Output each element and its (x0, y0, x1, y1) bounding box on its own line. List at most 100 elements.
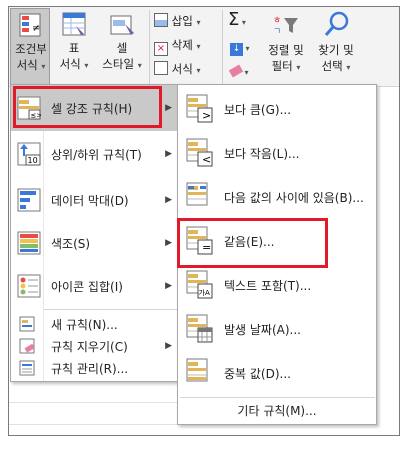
clear-rules-icon (19, 338, 35, 354)
duplicate-values-icon (186, 358, 208, 382)
text-contains-icon: 가A (186, 270, 213, 299)
less-than-icon: < (186, 138, 213, 167)
menu-label: 같음(E)... (224, 234, 275, 249)
menu-item-data-bars[interactable]: 데이터 막대(D) ▶ (11, 177, 180, 223)
table-label-1: 표 (68, 41, 80, 55)
clear-button[interactable]: ▾ (228, 64, 260, 80)
sort-filter-icon: ㅎ ㄱ (273, 16, 298, 37)
menu-label: 상위/하위 규칙(T) (51, 147, 142, 162)
icon-sets-icon (17, 274, 41, 298)
fill-button[interactable]: ↓ ▾ (230, 40, 260, 56)
format-icon (154, 61, 168, 75)
submenu-item-equal-to[interactable]: = 같음(E)... (178, 219, 376, 263)
find-select-label-1: 찾기 및 (318, 43, 354, 57)
data-bars-icon (17, 188, 41, 212)
top-bottom-rules-icon: 10 (17, 142, 41, 166)
submenu-item-greater-than[interactable]: > 보다 큼(G)... (178, 87, 376, 131)
conditional-formatting-button[interactable]: ≠ 조건부 서식 ▾ (10, 8, 50, 87)
submenu-item-date-occurring[interactable]: 발생 날짜(A)... (178, 307, 376, 351)
menu-label: 규칙 지우기(C) (51, 339, 128, 354)
submenu-item-duplicate-values[interactable]: 중복 값(D)... (178, 351, 376, 395)
delete-icon: × (154, 42, 168, 56)
submenu-arrow-icon: ▶ (165, 341, 172, 351)
svg-text:>: > (202, 109, 211, 122)
magnifier-icon (324, 11, 349, 36)
cell-styles-label-2: 스타일 ▾ (102, 57, 142, 71)
cell-styles-label-1: 셀 (116, 41, 128, 55)
svg-text:≠: ≠ (32, 23, 40, 34)
svg-text:≤>: ≤> (31, 112, 42, 120)
menu-item-highlight-rules[interactable]: ≤> 셀 강조 규칙(H) ▶ (11, 85, 180, 131)
menu-separator (180, 397, 375, 398)
sort-filter-button[interactable]: ㅎ ㄱ 정렬 및 필터 ▾ (262, 8, 310, 84)
find-select-button[interactable]: 찾기 및 선택 ▾ (310, 8, 362, 84)
submenu-arrow-icon: ▶ (165, 149, 172, 159)
delete-button[interactable]: × 삭제 ▾ (154, 36, 201, 56)
find-select-label-2: 선택 ▾ (321, 59, 351, 73)
ribbon-separator (149, 10, 150, 84)
between-icon (186, 182, 208, 206)
svg-text:=: = (202, 241, 211, 254)
menu-label: 텍스트 포함(T)... (224, 278, 312, 293)
svg-text:ㄱ: ㄱ (273, 27, 281, 37)
insert-label: 삽입 (171, 14, 193, 28)
svg-text:<: < (202, 153, 211, 166)
menu-item-clear-rules[interactable]: 규칙 지우기(C) ▶ (11, 335, 180, 357)
highlight-rules-icon: ≤> (17, 96, 41, 120)
cell-styles-button[interactable]: 셀 스타일 ▾ (98, 8, 146, 87)
format-label: 서식 (171, 62, 193, 76)
menu-item-new-rule[interactable]: 새 규칙(N)... (11, 313, 180, 335)
cond-format-label-2: 서식 ▾ (16, 58, 46, 72)
color-scales-icon (17, 231, 41, 255)
menu-label: 보다 작음(L)... (224, 146, 300, 161)
ribbon-separator (222, 10, 223, 84)
menu-item-manage-rules[interactable]: 규칙 관리(R)... (11, 357, 180, 379)
submenu-item-text-contains[interactable]: 가A 텍스트 포함(T)... (178, 263, 376, 307)
menu-label: 아이콘 집합(I) (51, 279, 123, 294)
submenu-arrow-icon: ▶ (165, 103, 172, 113)
insert-icon (154, 13, 168, 27)
equal-to-icon: = (186, 226, 213, 255)
menu-item-more-rules[interactable]: 기타 규칙(M)... (178, 399, 376, 421)
menu-label: 새 규칙(N)... (51, 317, 118, 332)
format-as-table-button[interactable]: 표 서식 ▾ (52, 8, 96, 87)
sheet-gridline (9, 402, 177, 403)
menu-item-top-bottom-rules[interactable]: 10 상위/하위 규칙(T) ▶ (11, 131, 180, 177)
format-table-icon (62, 12, 86, 36)
menu-label: 색조(S) (51, 236, 91, 251)
fill-down-icon: ↓ (230, 43, 243, 56)
cell-styles-icon (110, 15, 134, 35)
menu-label: 발생 날짜(A)... (224, 322, 301, 337)
date-occurring-icon (186, 314, 213, 343)
delete-label: 삭제 (171, 38, 193, 52)
menu-label: 다음 값의 사이에 있음(B)... (224, 190, 364, 205)
greater-than-icon: > (186, 94, 213, 123)
sheet-gridline (9, 424, 177, 425)
menu-item-color-scales[interactable]: 색조(S) ▶ (11, 220, 180, 266)
svg-text:10: 10 (28, 156, 38, 165)
menu-label: 규칙 관리(R)... (51, 361, 129, 376)
sort-filter-label-2: 필터 ▾ (271, 59, 301, 73)
submenu-item-between[interactable]: 다음 값의 사이에 있음(B)... (178, 175, 376, 219)
menu-label: 셀 강조 규칙(H) (51, 101, 133, 116)
menu-label: 기타 규칙(M)... (237, 403, 317, 418)
submenu-arrow-icon: ▶ (165, 281, 172, 291)
menu-item-icon-sets[interactable]: 아이콘 집합(I) ▶ (11, 263, 180, 309)
new-rule-icon (19, 316, 35, 332)
autosum-button[interactable]: Σ ▾ (228, 10, 258, 30)
submenu-arrow-icon: ▶ (165, 195, 172, 205)
sort-filter-label-1: 정렬 및 (268, 43, 304, 57)
manage-rules-icon (19, 360, 35, 376)
insert-button[interactable]: 삽입 ▾ (154, 12, 201, 30)
format-button[interactable]: 서식 ▾ (154, 60, 201, 78)
submenu-item-less-than[interactable]: < 보다 작음(L)... (178, 131, 376, 175)
menu-label: 보다 큼(G)... (224, 102, 292, 117)
menu-separator (44, 309, 180, 310)
menu-label: 데이터 막대(D) (51, 193, 129, 208)
sigma-icon: Σ (228, 9, 240, 30)
submenu-arrow-icon: ▶ (165, 238, 172, 248)
table-label-2: 서식 ▾ (59, 57, 89, 71)
svg-text:가A: 가A (199, 288, 210, 297)
svg-text:ㅎ: ㅎ (273, 16, 281, 26)
cond-format-label-1: 조건부 (15, 42, 47, 56)
